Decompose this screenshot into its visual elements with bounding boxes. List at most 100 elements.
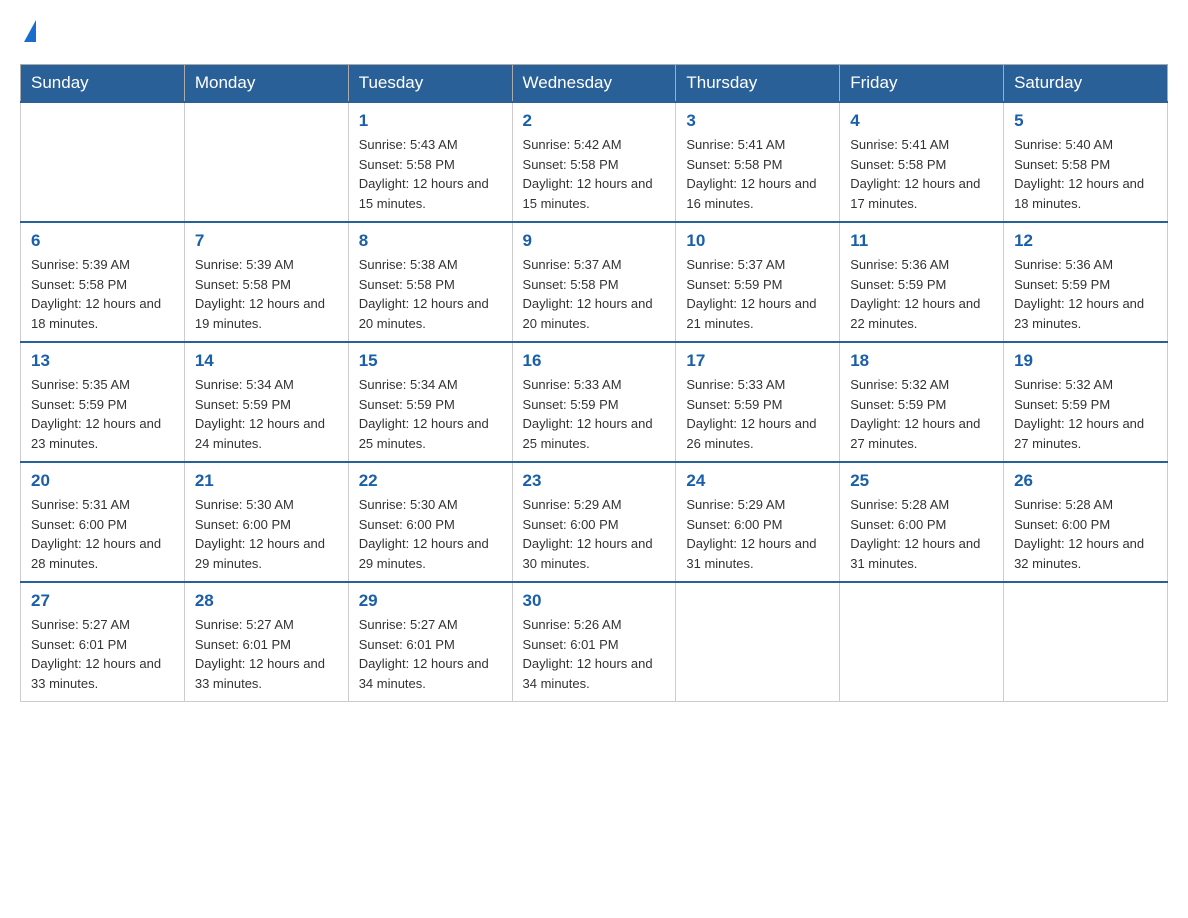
logo	[20, 20, 36, 44]
calendar-cell: 16 Sunrise: 5:33 AMSunset: 5:59 PMDayligh…	[512, 342, 676, 462]
day-number: 23	[523, 471, 666, 491]
day-number: 27	[31, 591, 174, 611]
day-number: 26	[1014, 471, 1157, 491]
calendar-cell	[1004, 582, 1168, 702]
day-info: Sunrise: 5:26 AMSunset: 6:01 PMDaylight:…	[523, 615, 666, 693]
day-info: Sunrise: 5:34 AMSunset: 5:59 PMDaylight:…	[359, 375, 502, 453]
day-number: 5	[1014, 111, 1157, 131]
day-info: Sunrise: 5:33 AMSunset: 5:59 PMDaylight:…	[523, 375, 666, 453]
day-of-week-header: Wednesday	[512, 65, 676, 103]
day-number: 1	[359, 111, 502, 131]
day-number: 4	[850, 111, 993, 131]
calendar-cell: 20 Sunrise: 5:31 AMSunset: 6:00 PMDayligh…	[21, 462, 185, 582]
day-number: 29	[359, 591, 502, 611]
day-info: Sunrise: 5:27 AMSunset: 6:01 PMDaylight:…	[359, 615, 502, 693]
day-number: 20	[31, 471, 174, 491]
header-row: SundayMondayTuesdayWednesdayThursdayFrid…	[21, 65, 1168, 103]
day-info: Sunrise: 5:36 AMSunset: 5:59 PMDaylight:…	[1014, 255, 1157, 333]
day-info: Sunrise: 5:27 AMSunset: 6:01 PMDaylight:…	[31, 615, 174, 693]
day-info: Sunrise: 5:39 AMSunset: 5:58 PMDaylight:…	[31, 255, 174, 333]
day-number: 9	[523, 231, 666, 251]
day-of-week-header: Sunday	[21, 65, 185, 103]
calendar-cell: 18 Sunrise: 5:32 AMSunset: 5:59 PMDayligh…	[840, 342, 1004, 462]
day-number: 2	[523, 111, 666, 131]
calendar-cell: 12 Sunrise: 5:36 AMSunset: 5:59 PMDayligh…	[1004, 222, 1168, 342]
day-info: Sunrise: 5:34 AMSunset: 5:59 PMDaylight:…	[195, 375, 338, 453]
calendar-table: SundayMondayTuesdayWednesdayThursdayFrid…	[20, 64, 1168, 702]
day-info: Sunrise: 5:41 AMSunset: 5:58 PMDaylight:…	[850, 135, 993, 213]
calendar-cell: 28 Sunrise: 5:27 AMSunset: 6:01 PMDayligh…	[184, 582, 348, 702]
calendar-cell: 9 Sunrise: 5:37 AMSunset: 5:58 PMDaylight…	[512, 222, 676, 342]
day-info: Sunrise: 5:29 AMSunset: 6:00 PMDaylight:…	[686, 495, 829, 573]
calendar-cell: 3Sunrise: 5:41 AMSunset: 5:58 PMDaylight…	[676, 102, 840, 222]
day-number: 19	[1014, 351, 1157, 371]
calendar-cell: 1 Sunrise: 5:43 AMSunset: 5:58 PMDaylight…	[348, 102, 512, 222]
day-info: Sunrise: 5:37 AMSunset: 5:58 PMDaylight:…	[523, 255, 666, 333]
day-number: 28	[195, 591, 338, 611]
calendar-cell: 17Sunrise: 5:33 AMSunset: 5:59 PMDayligh…	[676, 342, 840, 462]
day-info: Sunrise: 5:29 AMSunset: 6:00 PMDaylight:…	[523, 495, 666, 573]
day-of-week-header: Friday	[840, 65, 1004, 103]
calendar-cell: 5Sunrise: 5:40 AMSunset: 5:58 PMDaylight…	[1004, 102, 1168, 222]
day-number: 8	[359, 231, 502, 251]
calendar-cell: 19 Sunrise: 5:32 AMSunset: 5:59 PMDayligh…	[1004, 342, 1168, 462]
calendar-cell: 27 Sunrise: 5:27 AMSunset: 6:01 PMDayligh…	[21, 582, 185, 702]
day-number: 24	[686, 471, 829, 491]
day-number: 7	[195, 231, 338, 251]
day-info: Sunrise: 5:38 AMSunset: 5:58 PMDaylight:…	[359, 255, 502, 333]
calendar-cell: 26 Sunrise: 5:28 AMSunset: 6:00 PMDayligh…	[1004, 462, 1168, 582]
day-number: 12	[1014, 231, 1157, 251]
calendar-cell	[840, 582, 1004, 702]
calendar-cell: 29 Sunrise: 5:27 AMSunset: 6:01 PMDayligh…	[348, 582, 512, 702]
calendar-cell: 15 Sunrise: 5:34 AMSunset: 5:59 PMDayligh…	[348, 342, 512, 462]
day-number: 30	[523, 591, 666, 611]
day-info: Sunrise: 5:28 AMSunset: 6:00 PMDaylight:…	[850, 495, 993, 573]
calendar-cell: 13 Sunrise: 5:35 AMSunset: 5:59 PMDayligh…	[21, 342, 185, 462]
day-number: 16	[523, 351, 666, 371]
day-info: Sunrise: 5:27 AMSunset: 6:01 PMDaylight:…	[195, 615, 338, 693]
day-info: Sunrise: 5:36 AMSunset: 5:59 PMDaylight:…	[850, 255, 993, 333]
day-number: 18	[850, 351, 993, 371]
day-info: Sunrise: 5:32 AMSunset: 5:59 PMDaylight:…	[850, 375, 993, 453]
week-row: 13 Sunrise: 5:35 AMSunset: 5:59 PMDayligh…	[21, 342, 1168, 462]
calendar-cell: 11 Sunrise: 5:36 AMSunset: 5:59 PMDayligh…	[840, 222, 1004, 342]
day-of-week-header: Monday	[184, 65, 348, 103]
week-row: 1 Sunrise: 5:43 AMSunset: 5:58 PMDaylight…	[21, 102, 1168, 222]
day-info: Sunrise: 5:39 AMSunset: 5:58 PMDaylight:…	[195, 255, 338, 333]
day-number: 14	[195, 351, 338, 371]
calendar-cell: 2 Sunrise: 5:42 AMSunset: 5:58 PMDaylight…	[512, 102, 676, 222]
calendar-cell: 8 Sunrise: 5:38 AMSunset: 5:58 PMDaylight…	[348, 222, 512, 342]
calendar-cell: 6 Sunrise: 5:39 AMSunset: 5:58 PMDaylight…	[21, 222, 185, 342]
day-number: 13	[31, 351, 174, 371]
week-row: 27 Sunrise: 5:27 AMSunset: 6:01 PMDayligh…	[21, 582, 1168, 702]
day-of-week-header: Thursday	[676, 65, 840, 103]
calendar-cell	[676, 582, 840, 702]
day-number: 11	[850, 231, 993, 251]
day-number: 17	[686, 351, 829, 371]
calendar-cell: 10Sunrise: 5:37 AMSunset: 5:59 PMDayligh…	[676, 222, 840, 342]
day-of-week-header: Tuesday	[348, 65, 512, 103]
calendar-cell: 14 Sunrise: 5:34 AMSunset: 5:59 PMDayligh…	[184, 342, 348, 462]
day-number: 3	[686, 111, 829, 131]
calendar-cell: 22Sunrise: 5:30 AMSunset: 6:00 PMDayligh…	[348, 462, 512, 582]
page-header	[20, 20, 1168, 44]
day-info: Sunrise: 5:42 AMSunset: 5:58 PMDaylight:…	[523, 135, 666, 213]
day-info: Sunrise: 5:28 AMSunset: 6:00 PMDaylight:…	[1014, 495, 1157, 573]
day-info: Sunrise: 5:35 AMSunset: 5:59 PMDaylight:…	[31, 375, 174, 453]
day-of-week-header: Saturday	[1004, 65, 1168, 103]
day-number: 10	[686, 231, 829, 251]
calendar-cell: 7 Sunrise: 5:39 AMSunset: 5:58 PMDaylight…	[184, 222, 348, 342]
calendar-cell: 21Sunrise: 5:30 AMSunset: 6:00 PMDayligh…	[184, 462, 348, 582]
day-info: Sunrise: 5:30 AMSunset: 6:00 PMDaylight:…	[195, 495, 338, 573]
calendar-cell	[184, 102, 348, 222]
day-info: Sunrise: 5:43 AMSunset: 5:58 PMDaylight:…	[359, 135, 502, 213]
day-info: Sunrise: 5:32 AMSunset: 5:59 PMDaylight:…	[1014, 375, 1157, 453]
calendar-cell: 23 Sunrise: 5:29 AMSunset: 6:00 PMDayligh…	[512, 462, 676, 582]
day-number: 15	[359, 351, 502, 371]
calendar-cell: 24 Sunrise: 5:29 AMSunset: 6:00 PMDayligh…	[676, 462, 840, 582]
day-number: 6	[31, 231, 174, 251]
day-info: Sunrise: 5:31 AMSunset: 6:00 PMDaylight:…	[31, 495, 174, 573]
day-info: Sunrise: 5:30 AMSunset: 6:00 PMDaylight:…	[359, 495, 502, 573]
calendar-cell	[21, 102, 185, 222]
week-row: 6 Sunrise: 5:39 AMSunset: 5:58 PMDaylight…	[21, 222, 1168, 342]
